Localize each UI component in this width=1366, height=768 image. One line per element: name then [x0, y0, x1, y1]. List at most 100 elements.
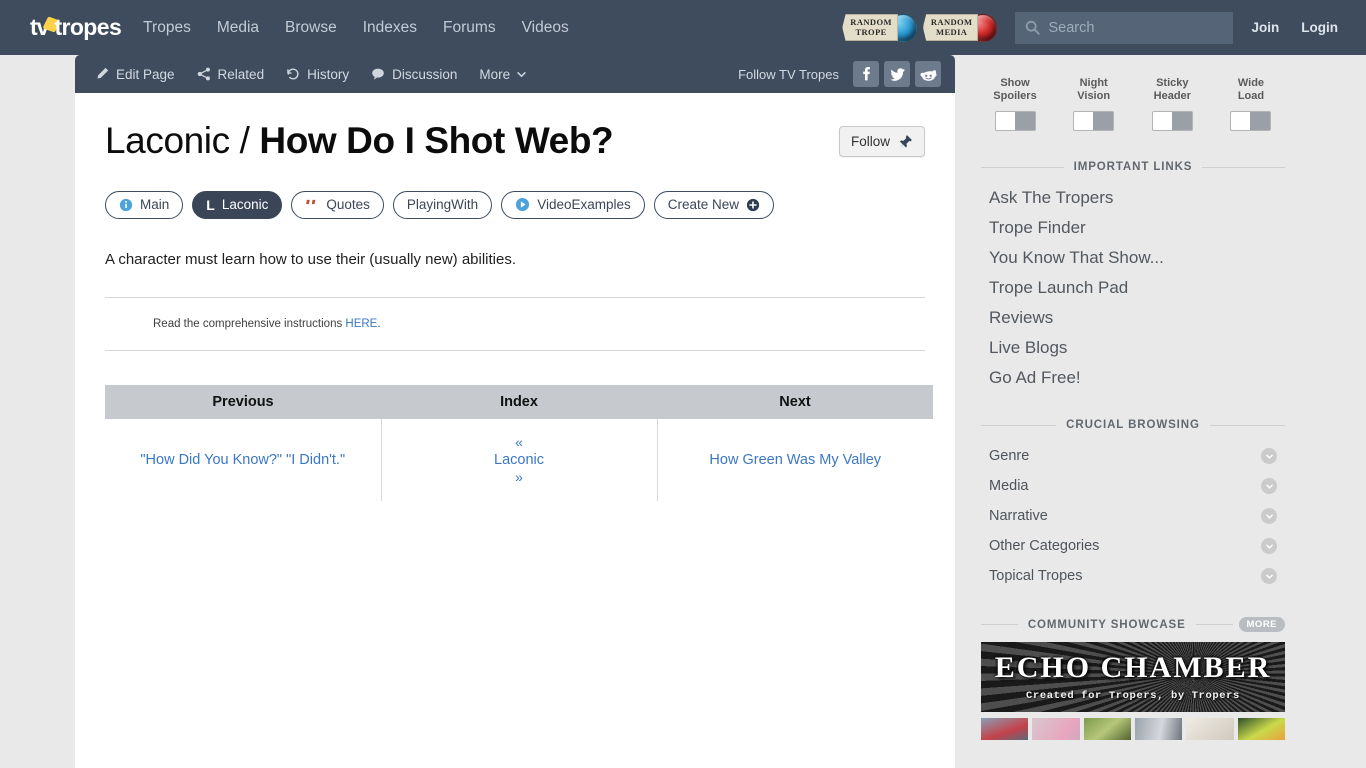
- chevron-down-icon[interactable]: [1261, 538, 1277, 554]
- site-logo[interactable]: tv tropes: [30, 14, 122, 41]
- search-input[interactable]: [1048, 19, 1224, 36]
- browse-item-other-categories-label: Other Categories: [989, 538, 1100, 554]
- reddit-share-button[interactable]: [915, 61, 941, 87]
- nav-item-videos[interactable]: Videos: [522, 19, 569, 37]
- chevron-down-icon[interactable]: [1261, 448, 1277, 464]
- sidebar-link-trope-finder[interactable]: Trope Finder: [973, 213, 1293, 243]
- browse-item-narrative[interactable]: Narrative: [973, 501, 1293, 531]
- reddit-icon: [920, 69, 936, 81]
- toggle-wide-load-switch[interactable]: [1230, 111, 1272, 131]
- title-row: Laconic / How Do I Shot Web? Follow: [105, 119, 925, 163]
- sidebar-link-live-blogs[interactable]: Live Blogs: [973, 333, 1293, 363]
- plus-circle-icon: [746, 198, 760, 212]
- toggle-night-vision-label: Night Vision: [1058, 77, 1130, 103]
- chevron-down-icon[interactable]: [1261, 568, 1277, 584]
- tab-main[interactable]: Main: [105, 190, 184, 219]
- random-media-button[interactable]: RANDOM MEDIA: [922, 13, 998, 42]
- community-showcase-header: COMMUNITY SHOWCASE MORE: [973, 617, 1293, 632]
- chevron-down-icon[interactable]: [1261, 478, 1277, 494]
- next-link[interactable]: How Green Was My Valley: [709, 452, 881, 468]
- previous-link[interactable]: "How Did You Know?" "I Didn't.": [140, 452, 345, 468]
- random-trope-label: RANDOM TROPE: [842, 14, 898, 41]
- search-box[interactable]: [1015, 11, 1234, 44]
- page-tabs: Main L Laconic Quotes PlayingWith VideoE…: [105, 190, 925, 219]
- join-link[interactable]: Join: [1251, 20, 1279, 35]
- showcase-thumbnail[interactable]: [1134, 718, 1183, 740]
- showcase-thumbnail[interactable]: [1032, 718, 1080, 740]
- chevron-down-icon[interactable]: [1261, 508, 1277, 524]
- related-button[interactable]: Related: [197, 67, 264, 82]
- comment-icon: [371, 67, 385, 81]
- browse-item-genre[interactable]: Genre: [973, 441, 1293, 471]
- sidebar-link-reviews[interactable]: Reviews: [973, 303, 1293, 333]
- tab-main-label: Main: [140, 197, 170, 213]
- left-gutter: [0, 55, 75, 768]
- facebook-share-button[interactable]: [853, 61, 879, 87]
- random-trope-button[interactable]: RANDOM TROPE: [842, 13, 917, 42]
- nav-item-forums[interactable]: Forums: [443, 19, 496, 37]
- echo-chamber-title: ECHO CHAMBER: [994, 650, 1272, 684]
- tab-videoexamples[interactable]: VideoExamples: [501, 190, 645, 219]
- edit-page-button[interactable]: Edit Page: [95, 67, 175, 82]
- toggle-show-spoilers[interactable]: Show Spoilers: [979, 77, 1051, 135]
- instructions-here-link[interactable]: HERE: [345, 318, 377, 330]
- sidebar-link-trope-launch-pad[interactable]: Trope Launch Pad: [973, 273, 1293, 303]
- twitter-share-button[interactable]: [884, 61, 910, 87]
- toggle-wide-load[interactable]: Wide Load: [1215, 77, 1287, 135]
- sidebar-link-you-know-that-show[interactable]: You Know That Show...: [973, 243, 1293, 273]
- login-link[interactable]: Login: [1301, 20, 1338, 35]
- page-action-bar: Edit Page Related History Discussion Mor…: [75, 55, 955, 93]
- browse-item-other-categories[interactable]: Other Categories: [973, 531, 1293, 561]
- showcase-thumbnail[interactable]: [981, 718, 1029, 740]
- random-trope-line2: TROPE: [855, 26, 887, 37]
- page-title-name: How Do I Shot Web?: [259, 120, 614, 161]
- tab-quotes-label: Quotes: [326, 197, 370, 213]
- history-button[interactable]: History: [286, 67, 349, 82]
- tab-videoexamples-label: VideoExamples: [537, 197, 631, 213]
- tab-quotes[interactable]: Quotes: [291, 190, 384, 219]
- browse-item-topical-tropes[interactable]: Topical Tropes: [973, 561, 1293, 591]
- toggle-night-vision-line1: Night: [1079, 77, 1108, 89]
- nav-item-indexes[interactable]: Indexes: [363, 19, 417, 37]
- instructions-line: Read the comprehensive instructions HERE…: [105, 298, 925, 350]
- index-chevron-up: «: [515, 434, 523, 451]
- browse-item-genre-label: Genre: [989, 448, 1030, 464]
- browse-item-media[interactable]: Media: [973, 471, 1293, 501]
- showcase-thumbnail[interactable]: [1083, 718, 1131, 740]
- top-navigation-bar: tv tropes Tropes Media Browse Indexes Fo…: [0, 0, 1366, 55]
- community-showcase-more-button[interactable]: MORE: [1238, 617, 1286, 632]
- nav-item-tropes[interactable]: Tropes: [143, 19, 191, 37]
- laconic-l-icon: L: [206, 196, 215, 213]
- history-label: History: [307, 66, 350, 82]
- toggle-show-spoilers-line1: Show: [1000, 77, 1030, 89]
- toggle-sticky-header[interactable]: Sticky Header: [1136, 77, 1208, 135]
- tab-laconic[interactable]: L Laconic: [192, 190, 283, 219]
- tab-create-new[interactable]: Create New: [653, 190, 775, 219]
- tab-create-new-label: Create New: [667, 197, 740, 213]
- toggle-wide-load-label: Wide Load: [1215, 77, 1287, 103]
- sidebar-link-ask-the-tropers[interactable]: Ask The Tropers: [973, 183, 1293, 213]
- toggle-show-spoilers-switch[interactable]: [994, 111, 1036, 131]
- more-menu-button[interactable]: More: [479, 67, 527, 82]
- echo-chamber-banner[interactable]: ECHO CHAMBER Created for Tropers, by Tro…: [981, 642, 1285, 712]
- toggle-night-vision-switch[interactable]: [1073, 111, 1115, 131]
- crucial-browsing-title: CRUCIAL BROWSING: [1066, 419, 1200, 431]
- nav-item-media[interactable]: Media: [217, 19, 259, 37]
- showcase-thumbnail-strip: [981, 718, 1285, 740]
- showcase-thumbnail[interactable]: [1186, 718, 1234, 740]
- history-icon: [286, 67, 300, 81]
- nav-item-browse[interactable]: Browse: [285, 19, 337, 37]
- table-header-row: Previous Index Next: [105, 385, 933, 420]
- toggle-sticky-header-switch[interactable]: [1151, 111, 1193, 131]
- toggle-night-vision[interactable]: Night Vision: [1058, 77, 1130, 135]
- follow-page-button[interactable]: Follow: [838, 126, 925, 157]
- sidebar-link-go-ad-free[interactable]: Go Ad Free!: [973, 363, 1293, 393]
- tab-playingwith-label: PlayingWith: [406, 197, 479, 213]
- play-circle-icon: [515, 197, 530, 212]
- toggle-wide-load-line1: Wide: [1237, 77, 1265, 89]
- discussion-button[interactable]: Discussion: [371, 67, 457, 82]
- showcase-thumbnail[interactable]: [1237, 718, 1285, 740]
- table-row: "How Did You Know?" "I Didn't." « Laconi…: [105, 419, 933, 501]
- tab-playingwith[interactable]: PlayingWith: [392, 190, 493, 219]
- index-link[interactable]: Laconic: [494, 452, 544, 468]
